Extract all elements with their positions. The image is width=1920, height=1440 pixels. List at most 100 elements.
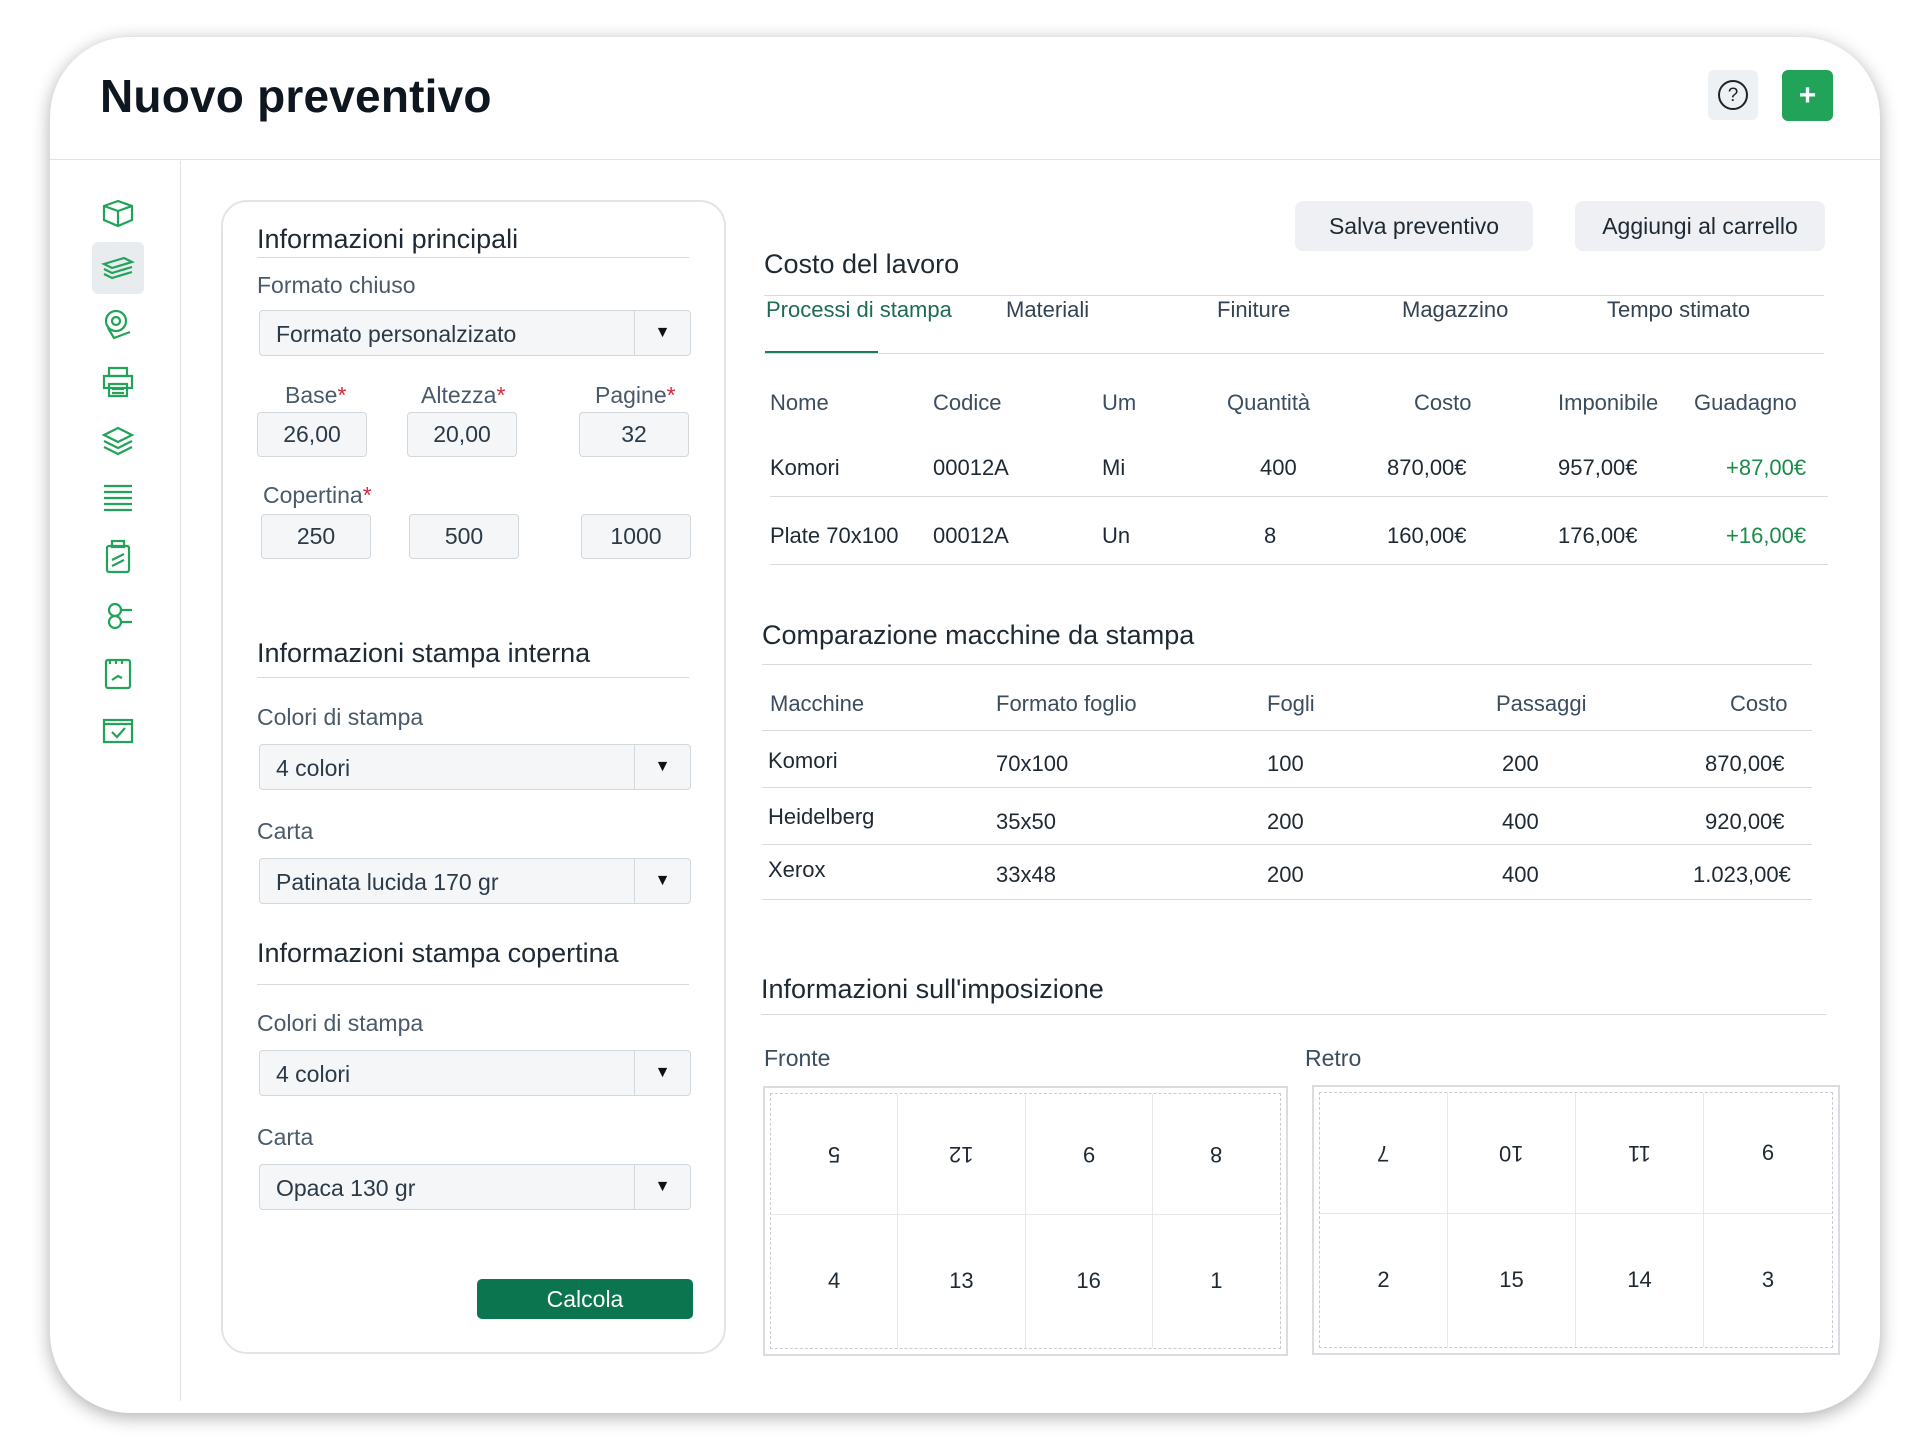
sidebar-item-stacked-sheets[interactable] <box>92 470 144 522</box>
add-button[interactable]: + <box>1782 70 1833 121</box>
tab-finishes[interactable]: Finiture <box>1217 297 1290 323</box>
cell-sheet-format: 70x100 <box>996 751 1069 776</box>
column-header: Macchine <box>770 691 865 716</box>
internal-colors-select[interactable]: 4 colori ▼ <box>259 744 691 790</box>
main-info-title: Informazioni principali <box>257 224 519 254</box>
sidebar-item-layers[interactable] <box>92 414 144 466</box>
cover-option-500[interactable]: 500 <box>409 514 519 559</box>
cell-sheets: 200 <box>1267 809 1304 834</box>
cover-paper-label: Carta <box>257 1124 314 1150</box>
base-input[interactable]: 26,00 <box>257 412 367 457</box>
internal-paper-select[interactable]: Patinata lucida 170 gr ▼ <box>259 858 691 904</box>
cover-label: Copertina* <box>263 482 372 508</box>
box-icon <box>102 199 134 228</box>
sidebar-item-printer[interactable] <box>92 356 144 408</box>
paper-stack-icon <box>101 256 135 280</box>
cell-passes: 200 <box>1502 751 1539 776</box>
sidebar-item-check[interactable] <box>92 704 144 756</box>
divider <box>762 730 1812 731</box>
chevron-down-icon: ▼ <box>634 1165 690 1209</box>
closed-format-select[interactable]: Formato personalzizato ▼ <box>259 310 691 356</box>
page-cell: 2 <box>1320 1213 1448 1347</box>
cell-unit: Un <box>1102 523 1131 548</box>
sidebar-item-notebook[interactable] <box>92 648 144 700</box>
page-cell: 11 <box>1576 1093 1704 1214</box>
job-cost-title: Costo del lavoro <box>764 249 960 279</box>
page-cell: 9 <box>1025 1094 1153 1215</box>
divider <box>764 353 1824 354</box>
save-quote-button[interactable]: Salva preventivo <box>1295 201 1533 251</box>
pages-input[interactable]: 32 <box>579 412 689 457</box>
tab-warehouse[interactable]: Magazzino <box>1402 297 1508 323</box>
tab-estimated-time[interactable]: Tempo stimato <box>1607 297 1750 323</box>
sidebar-item-binder[interactable] <box>92 530 144 582</box>
height-input[interactable]: 20,00 <box>407 412 517 457</box>
cell-sheets: 200 <box>1267 862 1304 887</box>
column-header: Um <box>1102 390 1137 415</box>
add-to-cart-button[interactable]: Aggiungi al carrello <box>1575 201 1825 251</box>
divider <box>257 257 689 258</box>
cover-option-250[interactable]: 250 <box>261 514 371 559</box>
page-cell: 8 <box>1152 1094 1280 1215</box>
cell-sheet-format: 35x50 <box>996 809 1056 834</box>
sidebar-item-box[interactable] <box>92 188 144 240</box>
cover-colors-select[interactable]: 4 colori ▼ <box>259 1050 691 1096</box>
page-cell: 15 <box>1448 1213 1576 1347</box>
page-cell: 13 <box>898 1214 1026 1348</box>
top-bar: Nuovo preventivo ? + <box>50 37 1880 160</box>
sidebar-item-paper-roll[interactable] <box>92 298 144 350</box>
page-cell: 10 <box>1448 1093 1576 1214</box>
closed-format-value: Formato personalzizato <box>276 321 517 347</box>
cell-machine: Heidelberg <box>768 804 875 829</box>
cell-cost: 160,00€ <box>1387 523 1467 548</box>
comparison-title: Comparazione macchine da stampa <box>762 620 1195 650</box>
page-cell: 4 <box>771 1214 899 1348</box>
divider <box>257 984 689 985</box>
column-header: Nome <box>770 390 829 415</box>
page-cell: 12 <box>898 1094 1026 1215</box>
calculate-button[interactable]: Calcola <box>477 1279 693 1319</box>
page-cell: 7 <box>1320 1093 1448 1214</box>
divider <box>761 1014 1826 1015</box>
divider <box>762 844 1812 845</box>
cell-passes: 400 <box>1502 809 1539 834</box>
imposition-title: Informazioni sull'imposizione <box>761 974 1104 1004</box>
stacked-sheets-icon <box>104 484 132 512</box>
height-label: Altezza* <box>421 382 506 408</box>
tab-print-processes[interactable]: Processi di stampa <box>766 297 952 323</box>
help-button[interactable]: ? <box>1708 70 1758 120</box>
cover-paper-value: Opaca 130 gr <box>276 1175 416 1201</box>
column-header: Costo <box>1730 691 1788 716</box>
sidebar-item-paper-stack[interactable] <box>92 242 144 294</box>
sidebar <box>50 161 181 1401</box>
front-label: Fronte <box>764 1045 831 1071</box>
tab-materials[interactable]: Materiali <box>1006 297 1089 323</box>
back-sheet: 7 10 11 6 2 15 14 3 <box>1312 1085 1840 1355</box>
app-window: Nuovo preventivo ? + Informazioni princi… <box>50 37 1880 1413</box>
internal-colors-value: 4 colori <box>276 755 351 781</box>
binder-icon <box>105 539 131 574</box>
cover-option-1000[interactable]: 1000 <box>581 514 691 559</box>
divider <box>764 295 1824 296</box>
divider <box>762 899 1812 900</box>
page-cell: 16 <box>1026 1214 1153 1348</box>
divider <box>762 664 1812 665</box>
base-label: Base* <box>285 382 347 408</box>
column-header: Formato foglio <box>996 691 1137 716</box>
cell-cost: 870,00€ <box>1705 751 1785 776</box>
cell-taxable: 957,00€ <box>1558 455 1638 480</box>
cell-code: 00012A <box>933 523 1009 548</box>
cell-profit: +16,00€ <box>1726 523 1807 548</box>
cell-sheets: 100 <box>1267 751 1304 776</box>
cell-cost: 920,00€ <box>1705 809 1785 834</box>
cover-paper-select[interactable]: Opaca 130 gr ▼ <box>259 1164 691 1210</box>
cell-quantity: 400 <box>1260 455 1297 480</box>
page-cell: 1 <box>1210 1268 1223 1294</box>
cell-taxable: 176,00€ <box>1558 523 1638 548</box>
cell-name: Plate 70x100 <box>770 523 899 548</box>
cover-colors-value: 4 colori <box>276 1061 351 1087</box>
layers-icon <box>101 426 135 456</box>
sidebar-item-rolls[interactable] <box>92 590 144 642</box>
cell-cost: 1.023,00€ <box>1693 862 1791 887</box>
paper-roll-icon <box>104 309 131 340</box>
